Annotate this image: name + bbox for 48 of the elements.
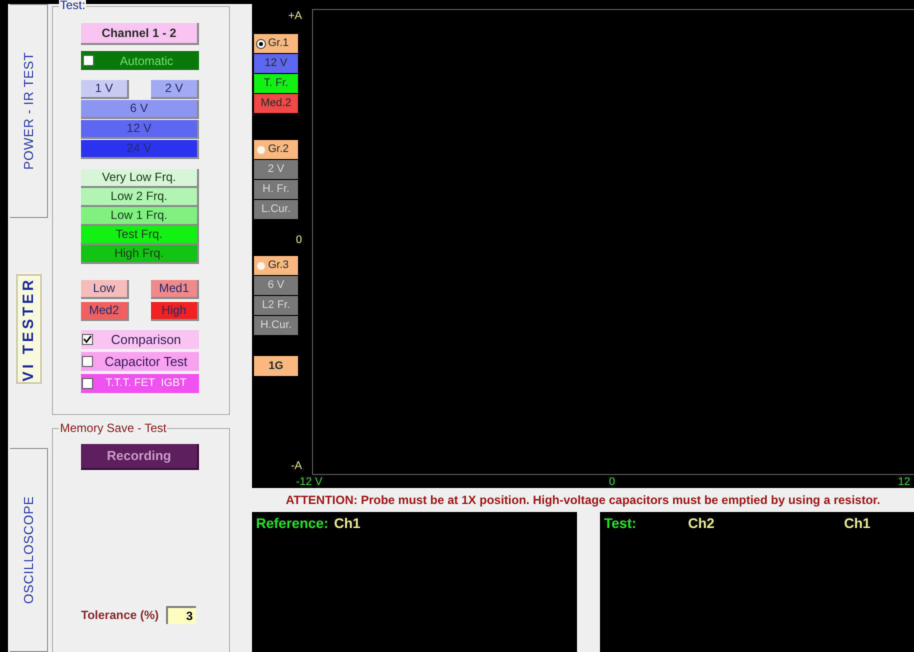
axis-label: -12 V (296, 475, 322, 490)
group-selector[interactable]: Gr.2 (254, 140, 298, 159)
tolerance-field[interactable]: 3 (166, 606, 196, 624)
channel-label: Ch1 (844, 514, 870, 533)
checkmark-icon (83, 335, 92, 344)
frequency-button[interactable]: Very Low Frq. (81, 169, 199, 188)
option-checkbox[interactable]: Capacitor Test (81, 352, 199, 371)
voltage-button[interactable]: 6 V (81, 100, 199, 119)
panel-label: Test: (604, 514, 636, 533)
axis-label: 0 (296, 233, 302, 248)
group-setting: 12 V (254, 54, 298, 73)
frequency-button[interactable]: Low 1 Frq. (81, 207, 199, 226)
group-setting: T. Fr. (254, 74, 298, 93)
frequency-button[interactable]: High Frq. (81, 245, 199, 264)
gain-button[interactable]: 1G (254, 356, 298, 376)
current-button[interactable]: Med1 (151, 280, 199, 299)
frequency-button[interactable]: Test Frq. (81, 226, 199, 245)
current-button[interactable]: Low (81, 280, 129, 299)
panel-label: Reference: (256, 514, 328, 533)
axis-label: -A (291, 459, 302, 474)
group-selector[interactable]: Gr.3 (254, 256, 298, 275)
group-setting: L2 Fr. (254, 296, 298, 315)
attention-message: ATTENTION: Probe must be at 1X position. High-voltage capacitors must be emptied by using a resistor. (286, 492, 880, 509)
group-setting: 2 V (254, 160, 298, 179)
group-setting: H.Cur. (254, 316, 298, 335)
group-selector[interactable]: Gr.1 (254, 34, 298, 53)
channel-label: Ch1 (334, 514, 360, 533)
group-setting: L.Cur. (254, 200, 298, 219)
voltage-button[interactable]: 2 V (151, 80, 199, 99)
radio-button[interactable] (256, 38, 266, 48)
recording-button[interactable]: Recording (81, 444, 199, 470)
axis-label: 12 (898, 475, 910, 490)
side-tab[interactable]: OSCILLOSCOPE (10, 448, 48, 652)
group-title: Test: (59, 0, 86, 11)
channel-label: Ch2 (688, 514, 714, 533)
group-setting: H. Fr. (254, 180, 298, 199)
group-title: Memory Save - Test (59, 421, 168, 435)
frequency-button[interactable]: Low 2 Frq. (81, 188, 199, 207)
option-checkbox[interactable]: Comparison (81, 330, 199, 349)
group-setting: 6 V (254, 276, 298, 295)
axis-label: +A (288, 9, 302, 24)
axis-label: 0 (609, 475, 616, 490)
channel-button[interactable]: Channel 1 - 2 (81, 23, 199, 45)
side-tab[interactable]: POWER - IR TEST (10, 4, 48, 218)
tolerance-label: Tolerance (%) (81, 607, 159, 624)
current-button[interactable]: Med2 (81, 302, 129, 321)
group-setting: Med.2 (254, 94, 298, 113)
voltage-button[interactable]: 1 V (81, 80, 129, 99)
